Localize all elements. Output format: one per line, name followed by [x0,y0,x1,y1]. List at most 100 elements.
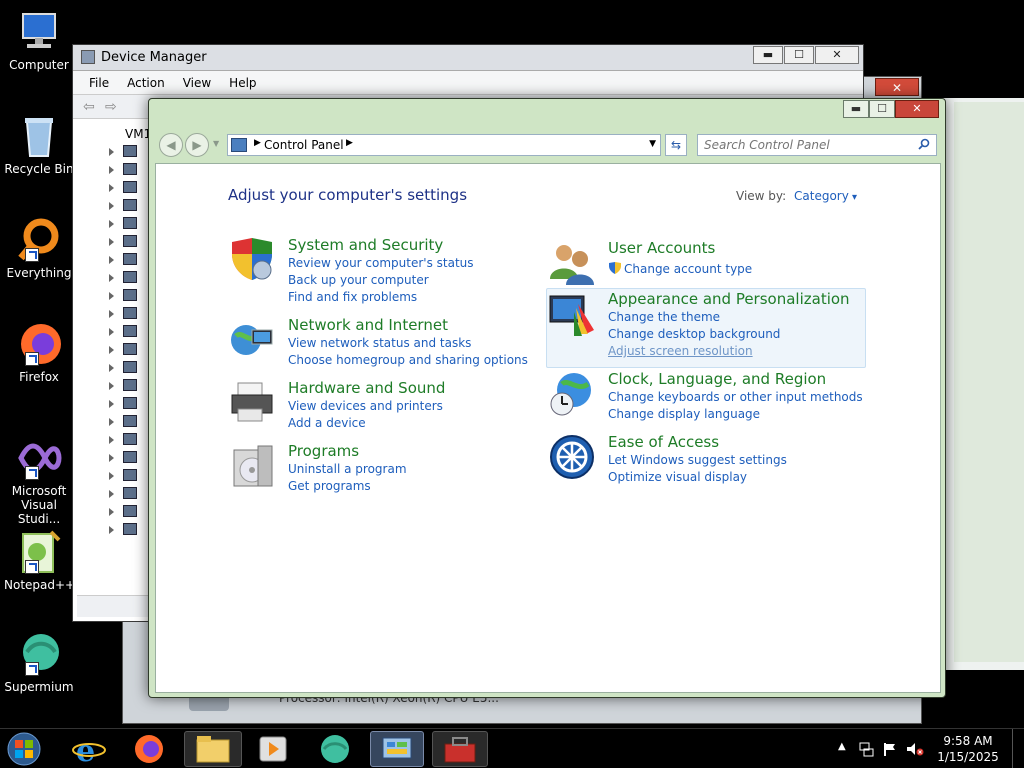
tree-node[interactable] [81,305,151,323]
view-by-dropdown[interactable]: Category [794,189,857,203]
address-bar[interactable]: ▶ Control Panel ▶ ▼ [227,134,661,156]
tree-node[interactable] [81,323,151,341]
taskbar-firefox[interactable] [124,731,174,767]
taskbar-control-panel[interactable] [370,731,424,767]
link-back-up[interactable]: Back up your computer [288,273,429,287]
link-devices-printers[interactable]: View devices and printers [288,399,443,413]
back-button[interactable]: ◀ [159,133,183,157]
link-homegroup-sharing[interactable]: Choose homegroup and sharing options [288,353,528,367]
tree-node[interactable] [81,359,151,377]
action-center-flag-icon[interactable] [882,741,898,757]
refresh-button[interactable]: ⇆ [665,134,687,156]
link-get-programs[interactable]: Get programs [288,479,371,493]
desktop-icon-supermium[interactable]: Supermium [4,630,74,694]
network-icon[interactable] [858,741,874,757]
tree-node[interactable] [81,251,151,269]
category-title[interactable]: System and Security [288,236,443,254]
desktop-icon-everything[interactable]: Everything [4,216,74,280]
forward-arrow-icon[interactable]: ⇨ [105,99,117,115]
tree-node[interactable] [81,143,151,161]
breadcrumb-arrow-icon[interactable]: ▶ [346,138,353,148]
taskbar-file-explorer[interactable] [184,731,242,767]
tree-node[interactable] [81,467,151,485]
menu-action[interactable]: Action [127,76,165,90]
volume-muted-icon[interactable] [906,741,924,757]
tree-node[interactable] [81,287,151,305]
tree-node[interactable] [81,449,151,467]
maximize-button[interactable]: ☐ [784,46,814,64]
tree-node[interactable] [81,161,151,179]
tree-node[interactable] [81,503,151,521]
maximize-button[interactable]: ☐ [869,100,895,118]
tree-node[interactable] [81,215,151,233]
taskbar-supermium[interactable] [310,731,360,767]
category-title[interactable]: Network and Internet [288,316,448,334]
close-button[interactable]: ✕ [875,78,919,96]
minimize-button[interactable]: ▬ [753,46,783,64]
title-bar[interactable]: Device Manager ▬ ☐ ✕ [73,45,863,71]
link-uninstall-program[interactable]: Uninstall a program [288,462,407,476]
category-title[interactable]: Appearance and Personalization [608,290,850,308]
show-desktop-button[interactable] [1012,729,1024,768]
tree-node[interactable] [81,485,151,503]
category-title[interactable]: Clock, Language, and Region [608,370,826,388]
link-network-status[interactable]: View network status and tasks [288,336,471,350]
menu-view[interactable]: View [183,76,211,90]
start-button[interactable] [4,731,48,767]
minimize-button[interactable]: ▬ [843,100,869,118]
desktop-icon-notepad-plus-plus[interactable]: Notepad++ [4,528,75,592]
address-dropdown-icon[interactable]: ▼ [649,139,656,149]
tree-node[interactable] [81,521,151,539]
search-input[interactable] [704,136,914,154]
search-icon[interactable] [918,138,930,150]
tree-node[interactable] [81,269,151,287]
link-change-theme[interactable]: Change the theme [608,310,720,324]
show-hidden-icons-chevron-icon[interactable]: ▲ [838,741,846,752]
desktop-icon-label: Microsoft Visual Studi... [11,484,67,526]
breadcrumb-arrow-icon[interactable]: ▶ [254,138,261,148]
category-ease-of-access: Ease of Access Let Windows suggest setti… [548,433,864,487]
link-windows-suggest-settings[interactable]: Let Windows suggest settings [608,453,787,467]
link-change-desktop-background[interactable]: Change desktop background [608,327,780,341]
link-find-fix-problems[interactable]: Find and fix problems [288,290,417,304]
back-arrow-icon[interactable]: ⇦ [83,99,95,115]
category-title[interactable]: Programs [288,442,359,460]
desktop-icon-computer[interactable]: Computer [4,8,74,72]
desktop-icon-recycle-bin[interactable]: Recycle Bin [4,112,74,176]
link-add-device[interactable]: Add a device [288,416,366,430]
close-button[interactable]: ✕ [815,46,859,64]
tree-node[interactable] [81,413,151,431]
link-change-account-type[interactable]: Change account type [624,262,752,276]
category-title[interactable]: Ease of Access [608,433,719,451]
tree-node[interactable] [81,179,151,197]
tree-node[interactable] [81,233,151,251]
taskbar-device-manager[interactable] [432,731,488,767]
link-change-display-language[interactable]: Change display language [608,407,760,421]
forward-button[interactable]: ▶ [185,133,209,157]
link-review-status[interactable]: Review your computer's status [288,256,474,270]
control-panel-window[interactable]: ▬ ☐ ✕ ◀ ▶ ▼ ▶ Control Panel ▶ ▼ ⇆ Adjust… [148,98,946,698]
view-by-label: View by: [736,189,787,203]
category-title[interactable]: User Accounts [608,239,715,257]
search-box[interactable] [697,134,937,156]
taskbar-internet-explorer[interactable]: e [64,731,114,768]
tree-node[interactable] [81,341,151,359]
taskbar-media-player[interactable] [248,731,298,767]
breadcrumb-control-panel[interactable]: Control Panel [264,138,344,152]
close-button[interactable]: ✕ [895,100,939,118]
desktop-icon-visual-studio[interactable]: Microsoft Visual Studi... [4,434,74,526]
menu-file[interactable]: File [89,76,109,90]
desktop-icon-firefox[interactable]: Firefox [4,320,74,384]
tree-node[interactable] [81,395,151,413]
link-change-keyboards[interactable]: Change keyboards or other input methods [608,390,863,404]
everything-search-icon [15,216,63,264]
tree-node[interactable] [81,431,151,449]
recent-pages-chevron-icon[interactable]: ▼ [213,139,219,148]
link-adjust-screen-resolution[interactable]: Adjust screen resolution [608,344,753,358]
menu-help[interactable]: Help [229,76,256,90]
system-clock[interactable]: 9:58 AM 1/15/2025 [936,733,1000,765]
tree-node[interactable] [81,197,151,215]
tree-node[interactable] [81,377,151,395]
category-title[interactable]: Hardware and Sound [288,379,445,397]
link-optimize-visual-display[interactable]: Optimize visual display [608,470,747,484]
